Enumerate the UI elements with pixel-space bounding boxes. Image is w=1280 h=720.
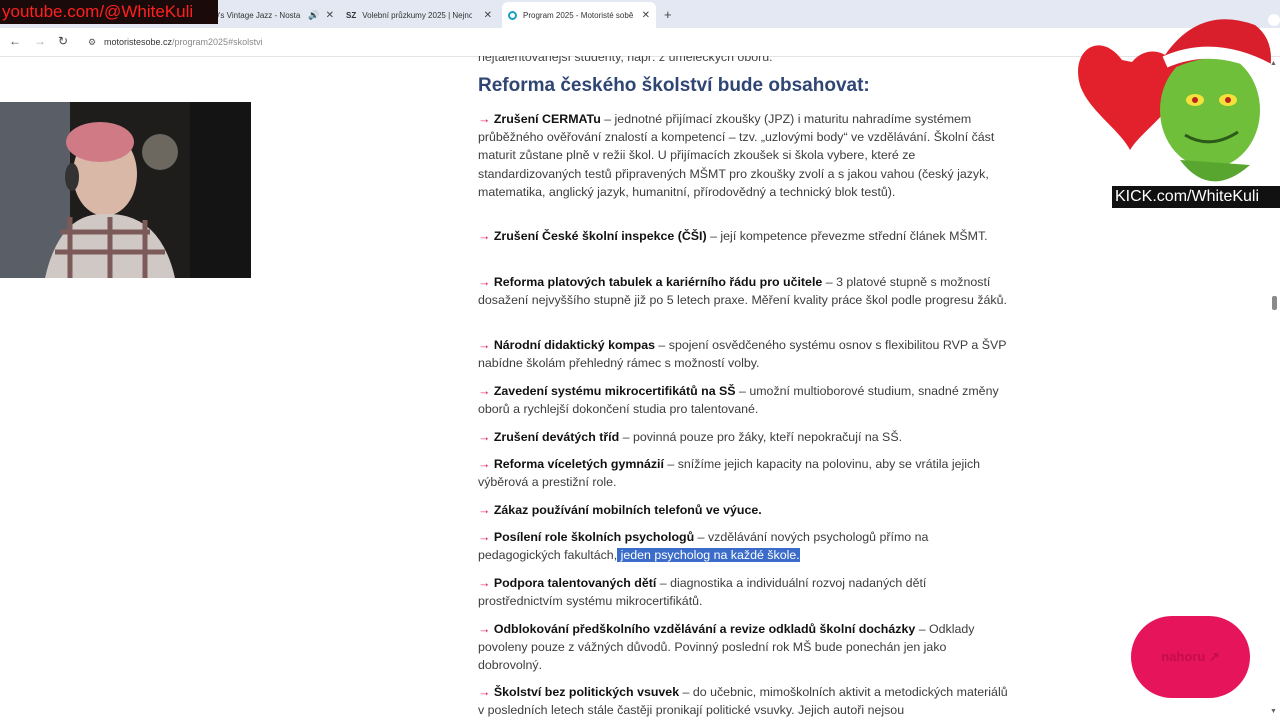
youtube-overlay: youtube.com/@WhiteKuli bbox=[0, 0, 218, 24]
selected-text[interactable]: jeden psycholog na každé škole. bbox=[617, 548, 800, 563]
back-icon[interactable]: ← bbox=[9, 34, 21, 48]
item-title: Reforma platových tabulek a kariérního ř… bbox=[493, 275, 823, 289]
tab-title: Volební průzkumy 2025 | Nejno bbox=[362, 10, 473, 20]
item-title: Školství bez politických vsuvek bbox=[493, 685, 680, 699]
arrow-icon: → bbox=[478, 457, 491, 471]
site-info-icon[interactable]: ⚙ bbox=[88, 37, 96, 48]
grinch-image bbox=[1078, 14, 1280, 182]
kick-overlay: KICK.com/WhiteKuli bbox=[1112, 186, 1280, 208]
webcam-image bbox=[0, 102, 251, 278]
item-title: Odblokování předškolního vzdělávání a re… bbox=[493, 622, 916, 636]
list-item: → Národní didaktický kompas – spojení os… bbox=[478, 336, 1008, 372]
list-item: → Zrušení devátých tříd – povinná pouze … bbox=[478, 428, 1008, 446]
close-icon[interactable]: ✕ bbox=[642, 10, 650, 21]
scroll-up-icon[interactable]: ▲ bbox=[1270, 60, 1277, 67]
arrow-icon: → bbox=[478, 384, 491, 398]
list-item: → Školství bez politických vsuvek – do u… bbox=[478, 683, 1008, 719]
item-title: Národní didaktický kompas bbox=[493, 338, 655, 352]
section-heading: Reforma českého školství bude obsahovat: bbox=[478, 75, 870, 96]
list-item: → Reforma víceletých gymnázií – snížíme … bbox=[478, 455, 1008, 491]
arrow-icon: → bbox=[478, 275, 491, 289]
item-title: Posílení role školních psychologů bbox=[493, 530, 695, 544]
url-host: motoristesobe.cz bbox=[104, 37, 173, 47]
arrow-icon: → bbox=[478, 112, 491, 126]
item-title: Zrušení devátých tříd bbox=[493, 430, 620, 444]
item-text: – povinná pouze pro žáky, kteří nepokrač… bbox=[619, 430, 903, 444]
arrow-icon: → bbox=[478, 622, 491, 636]
url-path: /program2025#skolstvi bbox=[172, 37, 263, 47]
list-item: → Podpora talentovaných dětí – diagnosti… bbox=[478, 574, 1008, 610]
speaker-icon[interactable]: 🔊 bbox=[308, 10, 319, 21]
list-item: → Zákaz používání mobilních telefonů ve … bbox=[478, 501, 1008, 519]
scrollbar-thumb[interactable] bbox=[1272, 296, 1277, 310]
tab-title: Program 2025 - Motoristé sobě bbox=[523, 10, 634, 20]
new-tab-button[interactable]: + bbox=[664, 7, 672, 22]
item-text: – její kompetence převezme střední článe… bbox=[706, 229, 988, 243]
forward-icon[interactable]: → bbox=[34, 34, 46, 48]
arrow-icon: → bbox=[478, 530, 491, 544]
list-item: → Zrušení CERMATu – jednotné přijímací z… bbox=[478, 110, 1008, 201]
item-title: Zavedení systému mikrocertifikátů na SŠ bbox=[493, 384, 736, 398]
close-icon[interactable]: ✕ bbox=[326, 10, 334, 21]
webcam-overlay bbox=[0, 102, 251, 278]
site-icon bbox=[508, 10, 517, 20]
list-item: → Zavedení systému mikrocertifikátů na S… bbox=[478, 382, 1008, 418]
arrow-icon: → bbox=[478, 685, 491, 699]
arrow-icon: → bbox=[478, 430, 491, 444]
close-icon[interactable]: ✕ bbox=[484, 10, 492, 21]
arrow-icon: → bbox=[478, 503, 491, 517]
tab-pruzkumy[interactable]: SZ Volební průzkumy 2025 | Nejno ✕ bbox=[346, 4, 498, 26]
item-title: Reforma víceletých gymnázií bbox=[493, 457, 664, 471]
scroll-down-icon[interactable]: ▼ bbox=[1270, 708, 1277, 715]
list-item: → Reforma platových tabulek a kariérního… bbox=[478, 273, 1008, 309]
arrow-icon: → bbox=[478, 576, 491, 590]
item-title: Zrušení České školní inspekce (ČŠI) bbox=[493, 229, 707, 243]
tab-program[interactable]: Program 2025 - Motoristé sobě ✕ bbox=[502, 2, 656, 28]
item-title: Podpora talentovaných dětí bbox=[493, 576, 657, 590]
item-title: Zákaz používání mobilních telefonů ve vý… bbox=[493, 503, 762, 517]
grinch-sticker bbox=[1070, 0, 1280, 210]
tab-jazz[interactable]: 40's Vintage Jazz - Nosta 🔊 ✕ bbox=[210, 4, 340, 26]
item-title: Zrušení CERMATu bbox=[493, 112, 601, 126]
list-item: → Zrušení České školní inspekce (ČŠI) – … bbox=[478, 227, 1008, 245]
url-field[interactable]: ⚙ motoristesobe.cz/program2025#skolstvi bbox=[84, 31, 1184, 53]
sz-favicon-icon: SZ bbox=[346, 10, 357, 20]
reload-icon[interactable]: ↻ bbox=[58, 34, 68, 48]
list-item: → Posílení role školních psychologů – vz… bbox=[478, 528, 1008, 564]
tab-title: 40's Vintage Jazz - Nosta bbox=[210, 10, 301, 20]
back-to-top-button[interactable]: nahoru ↗ bbox=[1131, 616, 1250, 698]
arrow-icon: → bbox=[478, 338, 491, 352]
arrow-icon: → bbox=[478, 229, 491, 243]
list-item: → Odblokování předškolního vzdělávání a … bbox=[478, 620, 1008, 675]
